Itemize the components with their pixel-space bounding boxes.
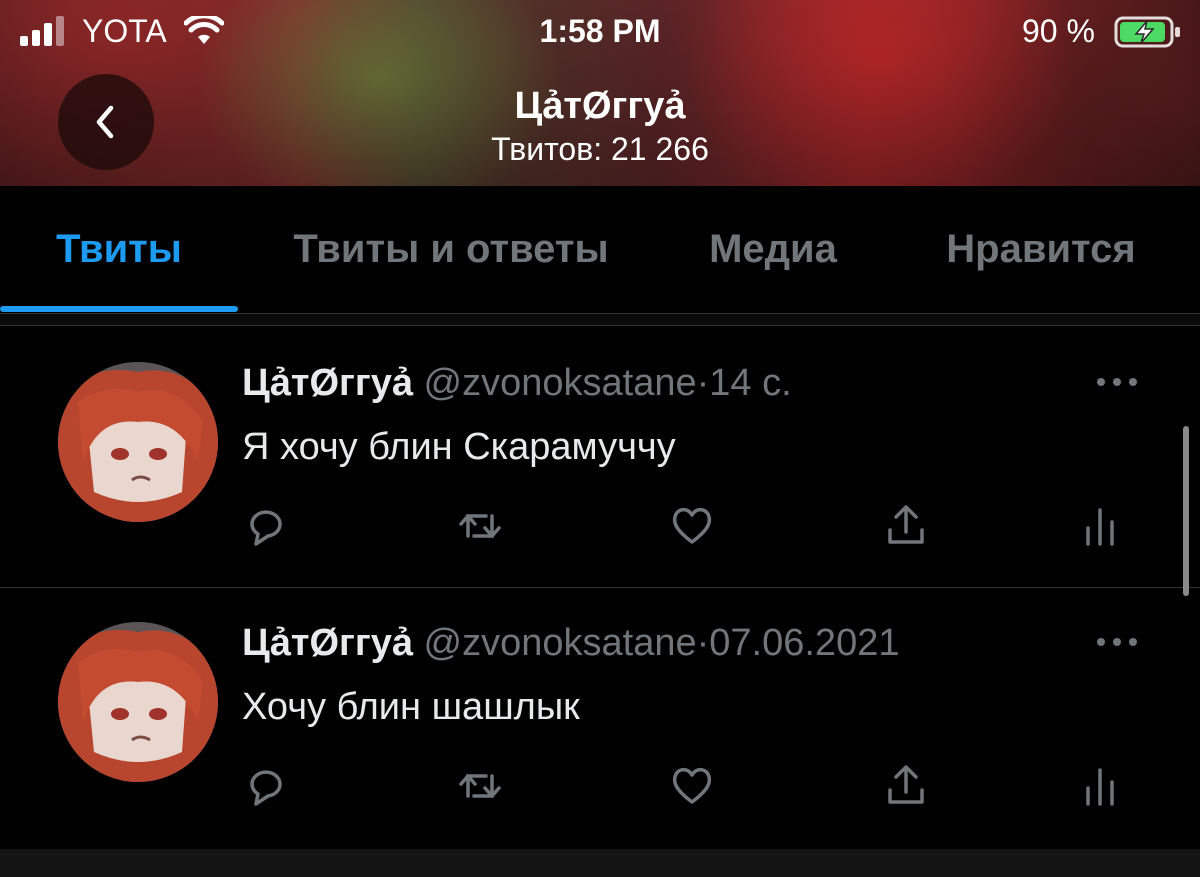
tab-media[interactable]: Медиа [664,186,882,313]
profile-name-title: Цả​т​Ø​г​г​у​ả [514,85,686,127]
scrollbar[interactable] [1183,426,1189,596]
tweet-item[interactable]: ЦảтØггуả @zvonoksatane·07.06.2021 Хочу б… [0,588,1200,850]
active-tab-indicator [0,306,238,312]
analytics-button[interactable] [1076,762,1124,810]
retweet-icon [459,774,501,798]
avatar[interactable] [58,362,218,522]
reply-button[interactable] [242,762,290,810]
retweet-icon [459,514,501,538]
tweet-item[interactable]: ЦảтØггуả @zvonoksatane·14 с. Я хочу блин… [0,326,1200,588]
status-bar: YOTA 1:58 PM 90 % [0,0,1200,64]
tweet-author-handle[interactable]: @zvonoksatane [424,362,697,404]
tweet-separator: · [696,362,710,404]
profile-tabs: Твиты Твиты и ответы Медиа Нравится [0,186,1200,314]
battery-charging-icon [1114,16,1180,48]
share-button[interactable] [882,762,930,810]
tweet-separator: · [696,622,710,664]
like-button[interactable] [668,502,716,550]
analytics-icon [1086,768,1114,806]
tweet-author-name[interactable]: ЦảтØггуả [242,362,413,404]
tweet-timestamp[interactable]: 07.06.2021 [709,622,899,664]
more-options-icon[interactable] [1094,632,1140,652]
tweet-text: Я хочу блин Скарамуччу [242,426,676,468]
share-button[interactable] [882,502,930,550]
tweet-author-name[interactable]: ЦảтØггуả [242,622,413,664]
heart-icon [672,767,712,804]
avatar-image [58,622,218,782]
analytics-button[interactable] [1076,502,1124,550]
more-options-icon[interactable] [1094,372,1140,392]
share-icon [888,505,924,544]
tweet-text: Хочу блин шашлык [242,686,580,728]
like-button[interactable] [668,762,716,810]
tab-tweets[interactable]: Твиты [0,186,238,313]
avatar[interactable] [58,622,218,782]
reply-icon [250,770,282,806]
analytics-icon [1086,508,1114,546]
tweet-header: ЦảтØггуả @zvonoksatane·07.06.2021 [242,620,899,666]
avatar-image [58,362,218,522]
battery-percent: 90 % [1022,13,1095,49]
tweet-author-handle[interactable]: @zvonoksatane [424,622,697,664]
retweet-button[interactable] [456,762,504,810]
bottom-divider [0,849,1200,877]
tweet-header: ЦảтØггуả @zvonoksatane·14 с. [242,360,792,406]
tabs-divider [0,314,1200,326]
tweet-timestamp[interactable]: 14 с. [709,362,791,404]
status-time: 1:58 PM [539,13,661,49]
heart-icon [672,507,712,544]
reply-button[interactable] [242,502,290,550]
reply-icon [250,510,282,546]
tab-likes[interactable]: Нравится [882,186,1200,313]
tweet-count: Твитов: 21 266 [491,131,709,167]
tab-tweets-and-replies[interactable]: Твиты и ответы [238,186,664,313]
share-icon [888,765,924,804]
retweet-button[interactable] [456,502,504,550]
